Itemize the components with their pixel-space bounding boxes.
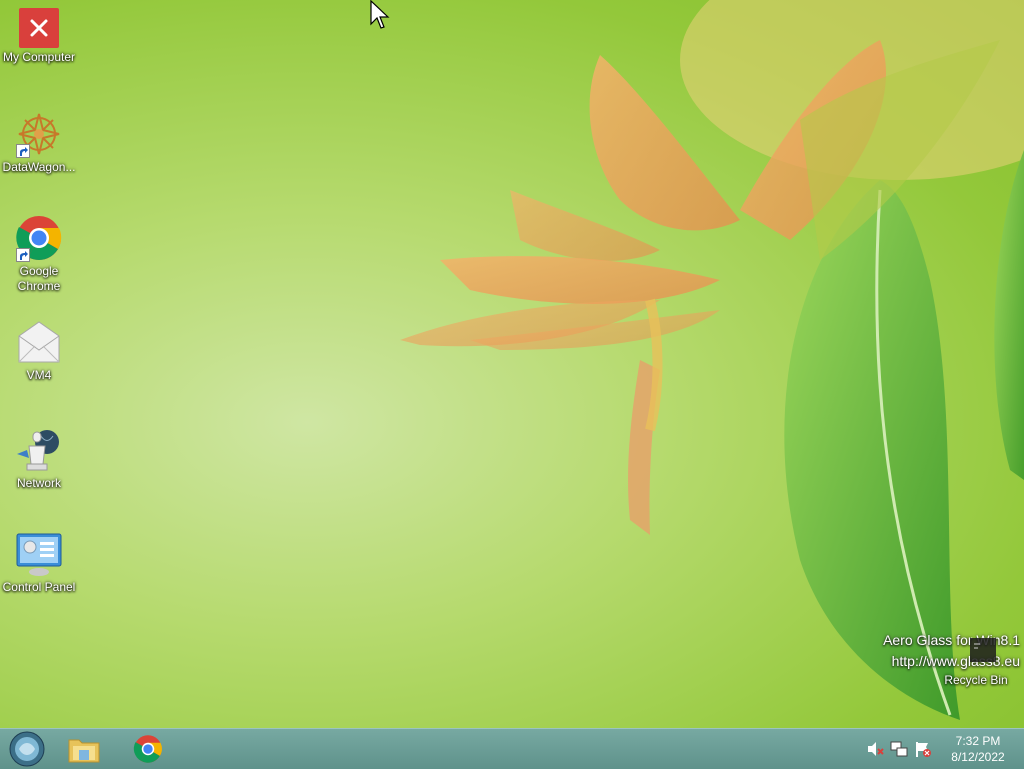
recycle-bin-icon (970, 638, 998, 662)
desktop-icon-label: VM4 (26, 368, 52, 382)
system-tray: 7:32 PM 8/12/2022 (866, 729, 1024, 769)
file-explorer-icon (68, 739, 100, 763)
desktop-icon-label: DataWagon... (2, 160, 76, 174)
taskbar-clock[interactable]: 7:32 PM 8/12/2022 (940, 733, 1016, 765)
network-icon (17, 430, 59, 471)
desktop-icon-google-chrome[interactable]: Google Chrome (0, 214, 78, 294)
start-orb-icon (9, 731, 45, 767)
desktop-icon-vm4[interactable]: VM4 (0, 318, 78, 383)
mouse-cursor-icon (370, 0, 390, 29)
file-explorer-button[interactable] (58, 731, 110, 767)
desktop-icon-datawagon[interactable]: DataWagon... (0, 110, 78, 175)
desktop-icon-recycle-bin[interactable]: Recycle Bin (940, 632, 1012, 687)
chrome-taskbar-button[interactable] (122, 731, 174, 767)
mail-envelope-icon (18, 321, 60, 363)
desktop-wallpaper (0, 0, 1024, 768)
shortcut-arrow-icon (16, 248, 30, 262)
desktop-icon-label: Network (16, 476, 61, 490)
desktop-icon-my-computer[interactable]: My Computer (0, 8, 78, 65)
taskbar: 7:32 PM 8/12/2022 (0, 728, 1024, 769)
flower-wallpaper-art (400, 0, 1024, 720)
action-center-flag-icon[interactable] (914, 740, 932, 758)
desktop-icon-label: Control Panel (2, 580, 76, 594)
shortcut-arrow-icon (16, 144, 30, 158)
desktop-icon-control-panel[interactable]: Control Panel (0, 530, 78, 595)
desktop-icon-label: Google Chrome (17, 264, 61, 293)
network-tray-icon[interactable] (890, 740, 908, 758)
desktop-icon-network[interactable]: Network (0, 426, 78, 491)
control-panel-icon (16, 533, 62, 576)
error-x-icon (19, 8, 59, 48)
chrome-icon (133, 735, 162, 763)
desktop-icon-label: My Computer (2, 50, 76, 64)
volume-muted-icon[interactable] (866, 740, 884, 758)
clock-time: 7:32 PM (955, 734, 1001, 748)
start-button[interactable] (1, 731, 53, 767)
recycle-bin-label: Recycle Bin (944, 673, 1008, 687)
clock-date: 8/12/2022 (951, 750, 1005, 764)
